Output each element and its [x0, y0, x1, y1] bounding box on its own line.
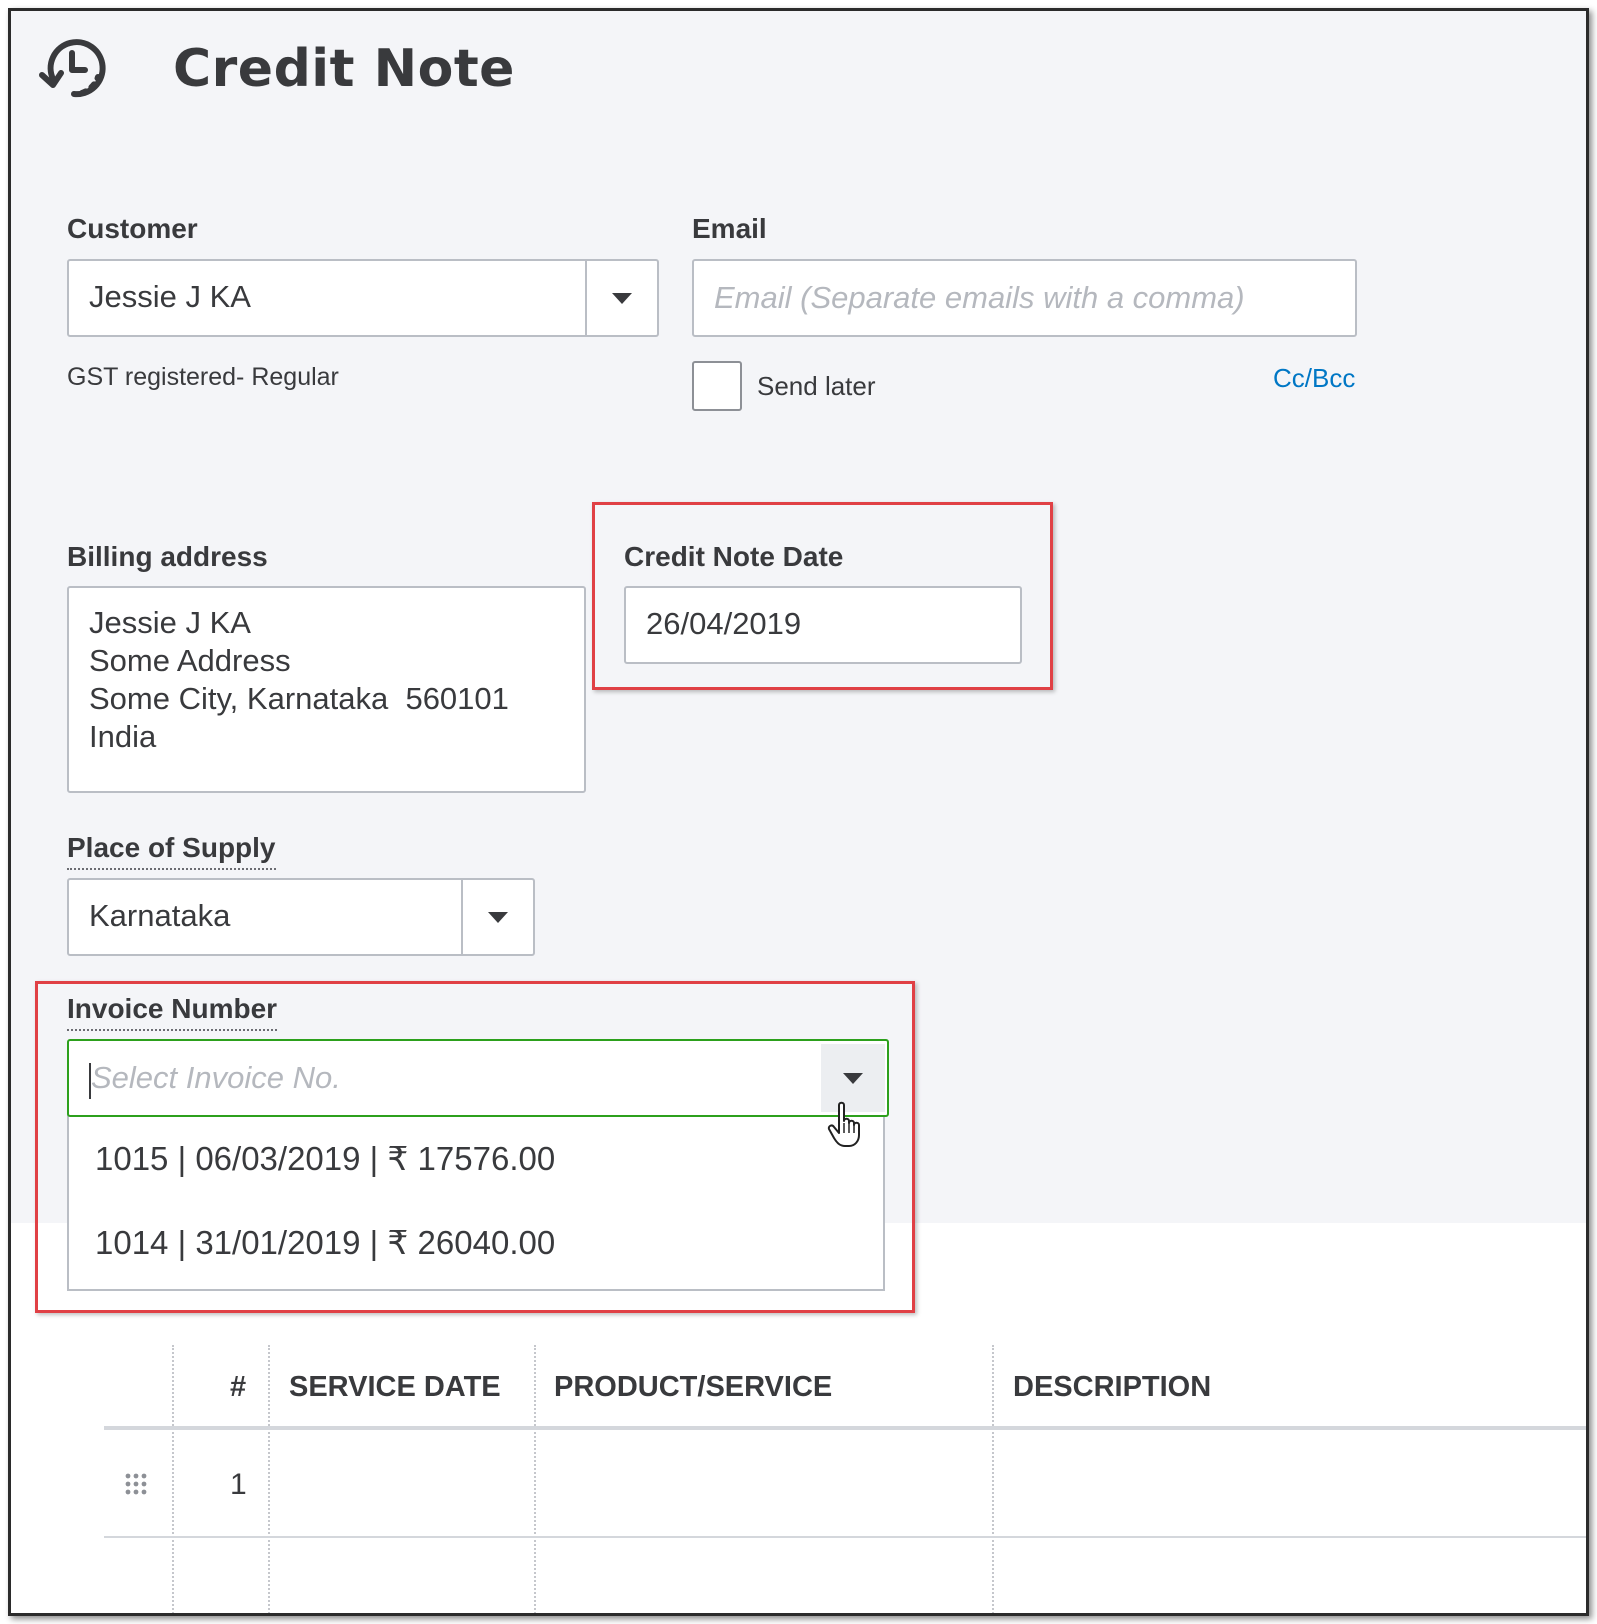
page-title: Credit Note: [173, 39, 515, 99]
send-later-label: Send later: [757, 371, 876, 401]
drag-handle-icon[interactable]: [124, 1472, 152, 1500]
place-of-supply-label: Place of Supply: [67, 832, 276, 870]
credit-note-date-value: 26/04/2019: [646, 606, 802, 641]
billing-address-line: India: [89, 719, 157, 754]
column-header-description: DESCRIPTION: [1013, 1371, 1212, 1403]
billing-address-line: Jessie J KA: [89, 605, 251, 640]
invoice-option[interactable]: 1014 | 31/01/2019 | ₹ 26040.00: [95, 1223, 555, 1262]
billing-address-line: Some City, Karnataka 560101: [89, 681, 509, 716]
email-label: Email: [692, 213, 767, 244]
customer-label: Customer: [67, 213, 198, 244]
billing-address-line: Some Address: [89, 643, 291, 678]
invoice-options-list: 1015 | 06/03/2019 | ₹ 17576.00 1014 | 31…: [67, 1113, 885, 1291]
invoice-number-field[interactable]: Select Invoice No.: [67, 1039, 889, 1117]
credit-note-date-field[interactable]: 26/04/2019: [624, 586, 1022, 664]
row-number: 1: [230, 1468, 247, 1501]
customer-tax-status: GST registered- Regular: [67, 363, 339, 391]
invoice-option[interactable]: 1015 | 06/03/2019 | ₹ 17576.00: [95, 1139, 555, 1178]
billing-address-text: Jessie J KA Some Address Some City, Karn…: [89, 604, 509, 756]
app-frame: Credit Note Customer Jessie J KA GST reg…: [8, 8, 1589, 1616]
billing-address-field[interactable]: Jessie J KA Some Address Some City, Karn…: [67, 586, 586, 793]
chevron-down-icon: [612, 292, 632, 304]
email-field[interactable]: Email (Separate emails with a comma): [692, 259, 1357, 337]
customer-select[interactable]: Jessie J KA: [67, 259, 659, 337]
place-of-supply-dropdown-button[interactable]: [461, 880, 533, 954]
recurring-clock-icon[interactable]: [39, 33, 109, 103]
column-header-service-date: SERVICE DATE: [289, 1371, 501, 1403]
place-of-supply-value: Karnataka: [89, 898, 231, 933]
customer-value: Jessie J KA: [89, 279, 251, 314]
chevron-down-icon: [843, 1072, 863, 1084]
column-header-product-service: PRODUCT/SERVICE: [554, 1371, 833, 1403]
invoice-number-placeholder: Select Invoice No.: [91, 1060, 341, 1095]
send-later-checkbox[interactable]: [692, 361, 742, 411]
email-placeholder: Email (Separate emails with a comma): [714, 280, 1245, 315]
credit-note-date-label: Credit Note Date: [624, 541, 844, 572]
customer-dropdown-button[interactable]: [585, 261, 657, 335]
billing-address-label: Billing address: [67, 541, 268, 572]
column-header-number: #: [230, 1371, 247, 1403]
table-row[interactable]: 1: [104, 1430, 1586, 1538]
hand-pointer-cursor-icon: [827, 1101, 860, 1147]
cc-bcc-link[interactable]: Cc/Bcc: [1273, 363, 1355, 394]
chevron-down-icon: [488, 911, 508, 923]
place-of-supply-select[interactable]: Karnataka: [67, 878, 535, 956]
invoice-number-label: Invoice Number: [67, 993, 278, 1031]
